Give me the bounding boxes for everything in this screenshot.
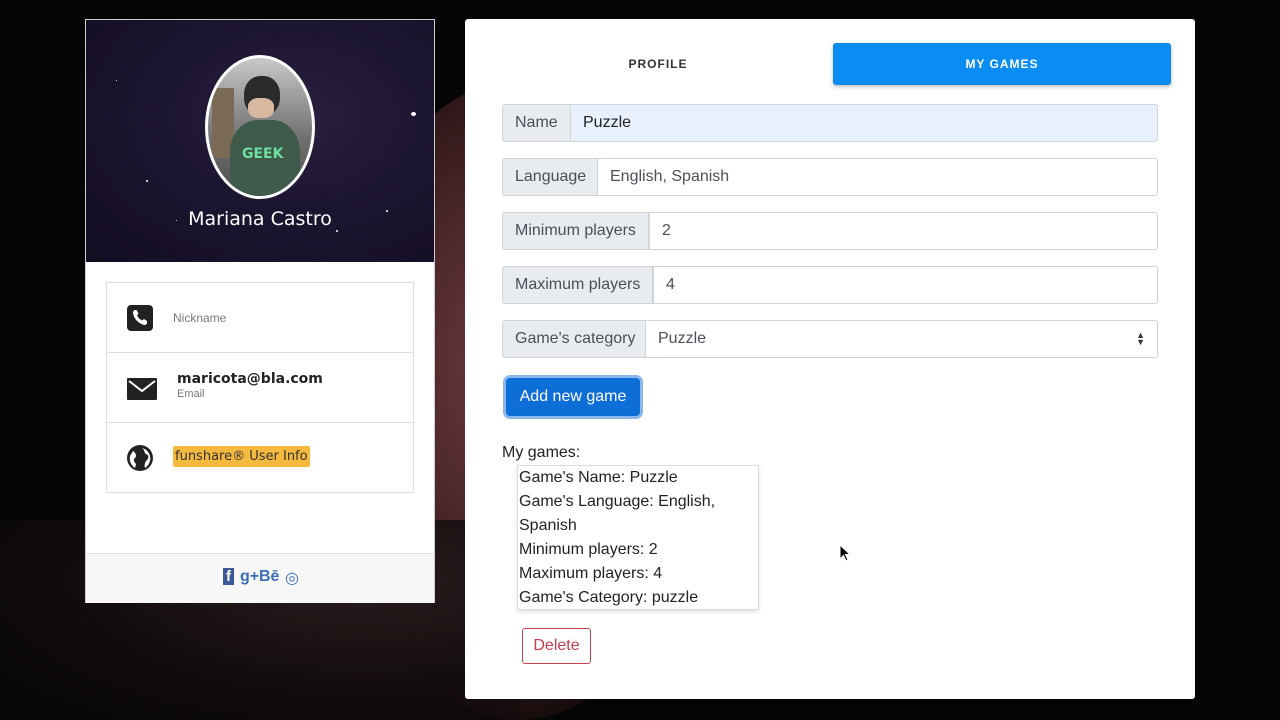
main-panel: PROFILE MY GAMES Name Puzzle Language En… — [465, 19, 1195, 699]
select-arrows-icon: ▲ ▼ — [1136, 330, 1145, 347]
profile-header: GEEK Mariana Castro — [86, 20, 434, 262]
googleplus-icon[interactable]: g+ — [240, 568, 259, 586]
games-list-box: Game's Name: Puzzle Game's Language: Eng… — [517, 465, 759, 610]
email-label: Email — [177, 388, 205, 400]
phone-icon — [127, 305, 153, 331]
name-input[interactable]: Puzzle — [570, 104, 1158, 142]
tab-profile[interactable]: PROFILE — [489, 43, 827, 85]
facebook-icon[interactable]: f — [223, 568, 234, 585]
language-label: Language — [502, 158, 600, 196]
category-field: Game's category Puzzle ▲ ▼ — [502, 320, 1158, 358]
tab-my-games[interactable]: MY GAMES — [833, 43, 1171, 85]
mouse-cursor-icon — [839, 544, 851, 562]
language-input[interactable]: English, Spanish — [597, 158, 1158, 196]
email-value: maricota@bla.com — [177, 371, 323, 387]
social-footer: f g+ Bē ◎ — [86, 553, 434, 603]
game-line: Game's Language: English, — [519, 493, 716, 510]
profile-name: Mariana Castro — [188, 208, 332, 230]
min-players-label: Minimum players — [502, 212, 649, 250]
language-field: Language English, Spanish — [502, 158, 1158, 196]
delete-button[interactable]: Delete — [522, 628, 591, 664]
dribbble-icon[interactable]: ◎ — [285, 568, 299, 588]
globe-icon — [127, 445, 153, 471]
profile-info-list: Nickname maricota@bla.com Email funshare… — [106, 282, 414, 493]
add-new-game-button[interactable]: Add new game — [506, 378, 640, 416]
avatar: GEEK — [205, 55, 315, 199]
category-value: Puzzle — [658, 330, 707, 347]
category-label: Game's category — [502, 320, 649, 358]
nickname-label: Nickname — [173, 311, 227, 325]
category-select[interactable]: Puzzle ▲ ▼ — [645, 320, 1158, 358]
max-players-field: Maximum players 4 — [502, 266, 1158, 304]
game-line: Maximum players: 4 — [519, 565, 663, 582]
min-players-field: Minimum players 2 — [502, 212, 1158, 250]
list-item: Nickname — [107, 283, 413, 353]
game-line: Minimum players: 2 — [519, 541, 658, 558]
min-players-input[interactable]: 2 — [649, 212, 1158, 250]
game-line: Game's Name: Puzzle — [519, 469, 678, 486]
max-players-input[interactable]: 4 — [653, 266, 1158, 304]
list-item: funshare® User Info — [107, 423, 413, 493]
game-line: Spanish — [519, 517, 577, 534]
list-item: maricota@bla.com Email — [107, 353, 413, 423]
my-games-label: My games: — [502, 444, 581, 461]
max-players-label: Maximum players — [502, 266, 654, 304]
name-field: Name Puzzle — [502, 104, 1158, 142]
user-info-badge[interactable]: funshare® User Info — [173, 446, 310, 467]
game-line: Game's Category: puzzle — [519, 589, 699, 606]
name-label: Name — [502, 104, 571, 142]
behance-icon[interactable]: Bē — [259, 568, 279, 586]
profile-card: GEEK Mariana Castro Nickname maricota@bl… — [85, 19, 435, 603]
envelope-icon — [127, 378, 157, 400]
